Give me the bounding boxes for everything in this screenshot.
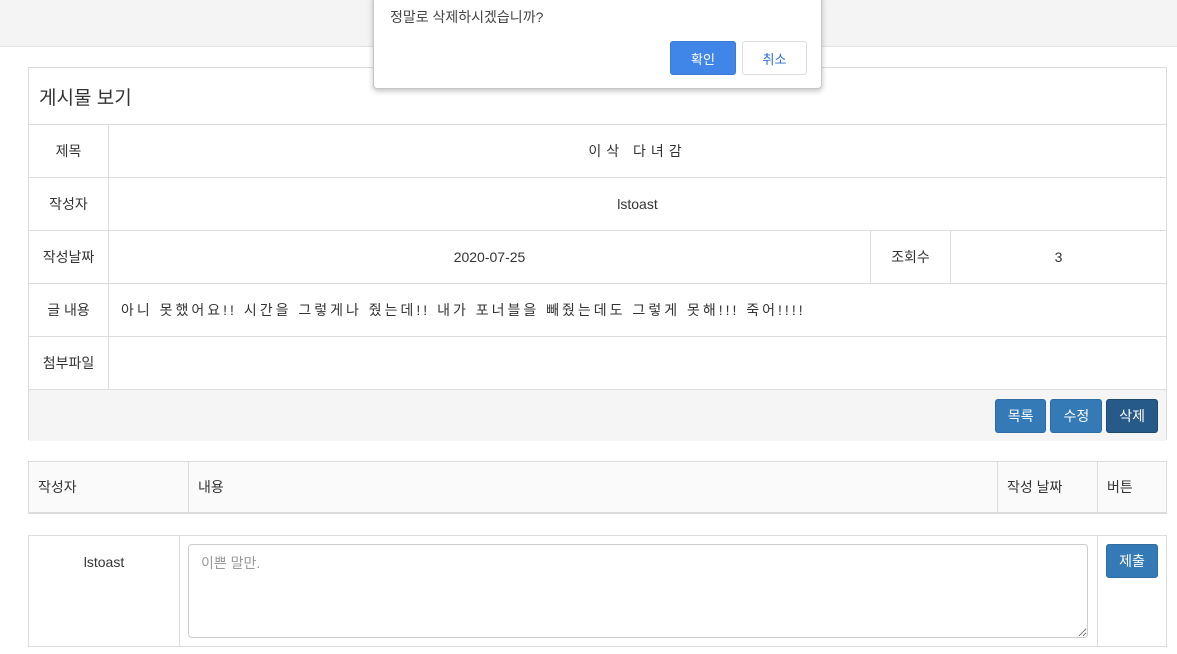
author-label: 작성자 <box>29 178 109 230</box>
post-actions: 목록 수정 삭제 <box>29 390 1166 441</box>
comment-col-content: 내용 <box>189 462 998 512</box>
post-views: 3 <box>1054 249 1063 265</box>
comments-header: 작성자 내용 작성 날짜 버튼 <box>28 461 1167 514</box>
date-row: 작성날짜 2020-07-25 조회수 3 <box>29 231 1166 284</box>
post-date: 2020-07-25 <box>109 231 871 283</box>
comment-text-cell <box>180 536 1098 646</box>
post-content: 아니 못했어요!! 시간을 그렇게나 줬는데!! 내가 포너블을 빼줬는데도 그… <box>121 302 806 318</box>
title-row: 제목 이삭 다녀감 <box>29 125 1166 178</box>
submit-comment-button[interactable]: 제출 <box>1106 544 1158 578</box>
comment-col-button: 버튼 <box>1107 479 1133 495</box>
attachment-label: 첨부파일 <box>29 337 109 389</box>
confirm-dialog: 정말로 삭제하시겠습니까? 확인 취소 <box>373 0 822 89</box>
content-label: 글 내용 <box>29 284 109 336</box>
list-button[interactable]: 목록 <box>994 398 1047 433</box>
title-label: 제목 <box>29 125 109 177</box>
comment-input[interactable] <box>188 544 1088 638</box>
comment-button-cell: 제출 <box>1098 536 1166 646</box>
comment-col-author: 작성자 <box>29 462 189 512</box>
author-row: 작성자 lstoast <box>29 178 1166 231</box>
dialog-message: 정말로 삭제하시겠습니까? <box>390 9 544 25</box>
dialog-ok-button[interactable]: 확인 <box>670 41 736 75</box>
post-author: lstoast <box>617 196 658 212</box>
comment-col-date: 작성 날짜 <box>998 462 1098 512</box>
date-label: 작성날짜 <box>29 231 109 283</box>
views-label: 조회수 <box>871 231 951 283</box>
delete-button[interactable]: 삭제 <box>1106 398 1158 433</box>
comment-author: lstoast <box>29 536 180 646</box>
post-panel: 게시물 보기 제목 이삭 다녀감 작성자 lstoast 작성날짜 2020-0… <box>28 67 1167 441</box>
attachment-value <box>109 337 1166 389</box>
comment-form: lstoast 제출 <box>28 535 1167 647</box>
attachment-row: 첨부파일 <box>29 337 1166 390</box>
content-row: 글 내용 아니 못했어요!! 시간을 그렇게나 줬는데!! 내가 포너블을 빼줬… <box>29 284 1166 337</box>
edit-button[interactable]: 수정 <box>1050 398 1103 433</box>
post-title: 이삭 다녀감 <box>588 143 687 159</box>
dialog-cancel-button[interactable]: 취소 <box>742 41 807 75</box>
